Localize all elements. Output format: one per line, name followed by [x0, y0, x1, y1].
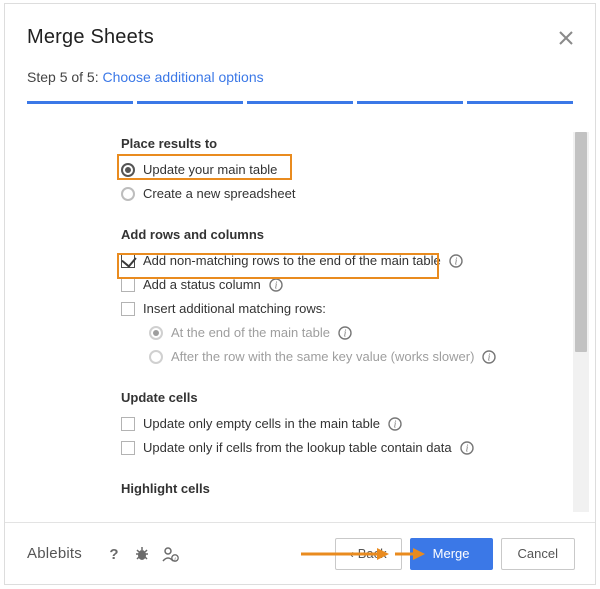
checkbox-icon — [121, 254, 135, 268]
radio-create-new-spreadsheet[interactable]: Create a new spreadsheet — [121, 185, 571, 203]
radio-label: Update your main table — [143, 161, 277, 179]
chevron-left-icon: ‹ — [350, 547, 354, 561]
radio-icon — [149, 350, 163, 364]
checkbox-update-if-lookup-has-data[interactable]: Update only if cells from the lookup tab… — [121, 439, 571, 457]
radio-insert-after-key-row[interactable]: After the row with the same key value (w… — [149, 348, 571, 366]
step-link[interactable]: Choose additional options — [103, 69, 264, 85]
checkbox-label: Add non-matching rows to the end of the … — [143, 252, 441, 270]
scrollbar-vertical[interactable] — [573, 132, 589, 512]
checkbox-insert-additional-rows[interactable]: Insert additional matching rows: — [121, 300, 571, 318]
footer: Ablebits ? i — [5, 522, 595, 584]
checkbox-icon — [121, 278, 135, 292]
step-indicator: Step 5 of 5: Choose additional options — [5, 69, 595, 101]
radio-insert-at-end[interactable]: At the end of the main table i — [149, 324, 571, 342]
section-update-cells: Update cells — [121, 390, 571, 405]
merge-button-label: Merge — [433, 546, 470, 561]
radio-icon — [121, 163, 135, 177]
merge-button[interactable]: Merge — [410, 538, 493, 570]
cancel-button[interactable]: Cancel — [501, 538, 575, 570]
section-add-rows-columns: Add rows and columns — [121, 227, 571, 242]
info-icon[interactable]: i — [460, 441, 474, 455]
radio-label: At the end of the main table — [171, 324, 330, 342]
info-icon[interactable]: i — [388, 417, 402, 431]
info-icon[interactable]: i — [269, 278, 283, 292]
svg-text:?: ? — [109, 546, 118, 563]
svg-text:i: i — [274, 281, 277, 292]
radio-update-main-table[interactable]: Update your main table — [121, 161, 571, 179]
svg-text:i: i — [344, 329, 347, 340]
account-info-button[interactable]: i — [160, 544, 180, 564]
close-icon — [559, 31, 573, 45]
checkbox-label: Update only if cells from the lookup tab… — [143, 439, 452, 457]
svg-text:i: i — [394, 420, 397, 431]
bug-icon — [133, 545, 151, 563]
back-button[interactable]: ‹ Back — [335, 538, 402, 570]
help-button[interactable]: ? — [104, 544, 124, 564]
info-icon[interactable]: i — [338, 326, 352, 340]
question-icon: ? — [105, 545, 123, 563]
user-info-icon: i — [161, 545, 179, 563]
checkbox-update-only-empty[interactable]: Update only empty cells in the main tabl… — [121, 415, 571, 433]
brand-label: Ablebits — [27, 545, 82, 562]
bug-report-button[interactable] — [132, 544, 152, 564]
info-icon[interactable]: i — [482, 350, 496, 364]
checkbox-add-nonmatching-rows[interactable]: Add non-matching rows to the end of the … — [121, 252, 571, 270]
radio-icon — [121, 187, 135, 201]
checkbox-label: Insert additional matching rows: — [143, 300, 326, 318]
close-button[interactable] — [557, 29, 575, 47]
section-highlight-cells: Highlight cells — [121, 481, 571, 496]
dialog-title: Merge Sheets — [27, 26, 154, 49]
svg-text:i: i — [488, 353, 491, 364]
checkbox-label: Add a status column — [143, 276, 261, 294]
svg-text:i: i — [454, 257, 457, 268]
radio-label: After the row with the same key value (w… — [171, 348, 474, 366]
back-button-label: Back — [358, 546, 387, 561]
step-prefix: Step 5 of 5: — [27, 69, 103, 85]
info-icon[interactable]: i — [449, 254, 463, 268]
radio-label: Create a new spreadsheet — [143, 185, 295, 203]
svg-text:i: i — [465, 444, 468, 455]
options-scroll: Place results to Update your main table … — [27, 132, 571, 512]
scrollbar-thumb[interactable] — [575, 132, 587, 352]
options-pane: Place results to Update your main table … — [27, 132, 589, 512]
checkbox-label: Update only empty cells in the main tabl… — [143, 415, 380, 433]
section-place-results: Place results to — [121, 136, 571, 151]
header: Merge Sheets — [5, 4, 595, 69]
progress-bar — [27, 101, 573, 104]
cancel-button-label: Cancel — [518, 546, 558, 561]
radio-icon — [149, 326, 163, 340]
checkbox-icon — [121, 417, 135, 431]
checkbox-icon — [121, 441, 135, 455]
dialog-frame: Merge Sheets Step 5 of 5: Choose additio… — [4, 3, 596, 585]
checkbox-icon — [121, 302, 135, 316]
checkbox-add-status-column[interactable]: Add a status column i — [121, 276, 571, 294]
